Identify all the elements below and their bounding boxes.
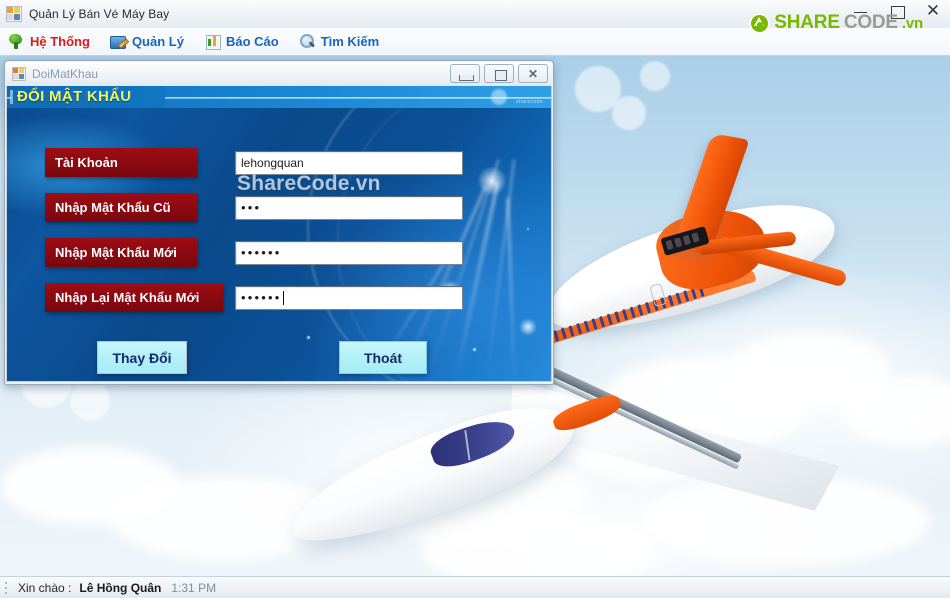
menu-label-bao-cao: Báo Cáo	[225, 34, 279, 49]
submit-button[interactable]: Thay Đổi	[97, 341, 187, 374]
input-new-password[interactable]: ••••••	[235, 240, 463, 265]
sharecode-logo: SHARE CODE .vn	[749, 12, 923, 34]
input-confirm-password-value: ••••••	[241, 289, 282, 305]
bokeh-light	[70, 381, 110, 421]
brand-vn-text: .vn	[901, 14, 923, 32]
search-magnifier-icon	[299, 33, 316, 50]
menu-item-bao-cao[interactable]: Báo Cáo	[202, 31, 289, 52]
close-icon: ✕	[527, 67, 539, 81]
input-new-password-value: ••••••	[241, 244, 282, 260]
label-old-password: Nhập Mật Khẩu Cũ	[45, 193, 197, 222]
bokeh-light	[640, 61, 670, 91]
report-barchart-icon	[204, 33, 221, 50]
statusbar-grip-icon	[4, 581, 12, 594]
application-window: Quản Lý Bán Vé Máy Bay ✕ SHARE CODE .vn …	[0, 0, 950, 598]
menu-item-tim-kiem[interactable]: Tìm Kiếm	[297, 31, 390, 52]
menu-label-quan-ly: Quản Lý	[131, 34, 184, 49]
dialog-titlebar[interactable]: DoiMatKhau ✕	[6, 62, 552, 86]
sharecode-leaf-icon	[749, 12, 771, 34]
dialog-minimize-button[interactable]	[450, 64, 480, 83]
dialog-title: DoiMatKhau	[32, 67, 99, 81]
text-caret	[282, 290, 284, 305]
label-new-password: Nhập Mật Khẩu Mới	[45, 238, 197, 267]
decorative-spark	[307, 336, 310, 339]
banner-tick	[10, 90, 13, 104]
close-icon[interactable]: ✕	[924, 2, 942, 21]
bokeh-light	[612, 96, 646, 130]
vs-form-icon	[12, 67, 26, 81]
statusbar: Xin chào : Lê Hồng Quân 1:31 PM	[0, 576, 950, 598]
dialog-heading: ĐỔI MẬT KHẨU	[17, 88, 132, 105]
menu-label-tim-kiem: Tìm Kiếm	[320, 34, 380, 49]
exit-button[interactable]: Thoát	[339, 341, 427, 374]
input-account[interactable]: lehongquan	[235, 150, 463, 175]
status-username: Lê Hồng Quân	[79, 580, 162, 595]
input-old-password[interactable]: •••	[235, 195, 463, 220]
system-broccoli-icon	[8, 33, 25, 50]
banner-stamp-text: sharecode	[516, 99, 543, 105]
input-old-password-value: •••	[241, 199, 262, 215]
form-row-new-password: Nhập Mật Khẩu Mới ••••••	[7, 238, 551, 267]
status-time: 1:31 PM	[171, 580, 217, 595]
decorative-spark	[473, 348, 476, 351]
form-row-account: Tài Khoản lehongquan	[7, 148, 551, 177]
banner-bokeh-light	[491, 89, 507, 105]
input-account-value: lehongquan	[241, 155, 304, 170]
vs-form-icon	[6, 6, 22, 22]
status-greeting: Xin chào :	[18, 580, 72, 595]
form-row-confirm-password: Nhập Lại Mật Khẩu Mới ••••••	[7, 283, 551, 312]
decorative-glow	[519, 318, 537, 336]
menu-label-he-thong: Hệ Thống	[30, 34, 90, 49]
airplane-illustration	[277, 133, 950, 566]
dialog-banner: ĐỔI MẬT KHẨU sharecode	[7, 86, 551, 108]
dialog-content-panel: Tài Khoản lehongquan Nhập Mật Khẩu Cũ ••…	[7, 108, 551, 381]
label-account: Tài Khoản	[45, 148, 197, 177]
decorative-spark	[527, 228, 529, 230]
menu-item-he-thong[interactable]: Hệ Thống	[6, 31, 100, 52]
dialog-close-button[interactable]: ✕	[518, 64, 548, 83]
form-row-old-password: Nhập Mật Khẩu Cũ •••	[7, 193, 551, 222]
management-folder-pencil-icon	[109, 33, 127, 50]
cloud-puff	[0, 446, 180, 526]
dialog-window-controls: ✕	[450, 64, 548, 83]
window-title: Quản Lý Bán Vé Máy Bay	[29, 7, 170, 21]
brand-share-text: SHARE	[774, 12, 840, 33]
input-confirm-password[interactable]: ••••••	[235, 285, 463, 310]
dialog-restore-button[interactable]	[484, 64, 514, 83]
menu-item-quan-ly[interactable]: Quản Lý	[108, 31, 194, 52]
brand-code-text: CODE	[843, 12, 898, 33]
label-confirm-password: Nhập Lại Mật Khẩu Mới	[45, 283, 223, 312]
change-password-dialog: DoiMatKhau ✕ ĐỔI MẬT KHẨU sharecode Tài …	[4, 60, 554, 385]
dialog-body: ĐỔI MẬT KHẨU sharecode Tài Khoản lehongq…	[6, 86, 552, 382]
